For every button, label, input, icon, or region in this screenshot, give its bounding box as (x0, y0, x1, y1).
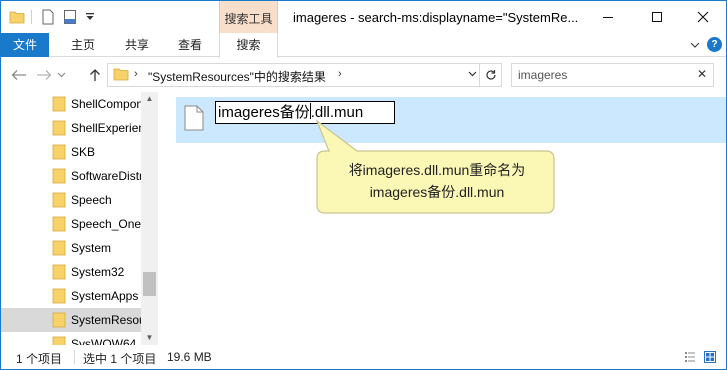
nav-item[interactable]: Speech (1, 188, 141, 212)
tab-view[interactable]: 查看 (164, 33, 216, 57)
breadcrumb-path[interactable]: "SystemResources"中的搜索结果 (148, 68, 326, 85)
expand-ribbon-icon[interactable] (688, 38, 702, 52)
context-tab-label: 搜索工具 (224, 12, 273, 26)
back-arrow-icon[interactable] (9, 67, 29, 83)
close-icon (697, 11, 709, 23)
address-bar[interactable]: › "SystemResources"中的搜索结果 › (107, 63, 502, 87)
nav-item[interactable]: SystemApps (1, 284, 141, 308)
rename-text-after-caret: .dll.mun (310, 104, 364, 121)
explorer-window: 搜索工具 imageres - search-ms:displayname="S… (0, 0, 727, 370)
nav-item-label: ShellExperiences (71, 121, 141, 135)
item-count: 1 个项目 (16, 352, 63, 366)
nav-item-label: SystemApps (71, 289, 139, 303)
nav-item-selected[interactable]: SystemResources (1, 308, 141, 332)
nav-item-label: Speech (71, 193, 112, 207)
context-tab-header: 搜索工具 (219, 1, 278, 33)
title-bar: 搜索工具 imageres - search-ms:displayname="S… (1, 1, 726, 33)
nav-item[interactable]: SKB (1, 140, 141, 164)
refresh-icon (485, 70, 496, 80)
properties-icon[interactable] (63, 9, 77, 25)
nav-item[interactable]: System (1, 236, 141, 260)
breadcrumb-chevron-icon[interactable]: › (338, 68, 342, 80)
selected-size: 19.6 MB (167, 350, 212, 364)
up-arrow-icon[interactable] (85, 67, 105, 83)
refresh-button[interactable] (479, 64, 501, 86)
nav-item-label: SystemResources (71, 313, 141, 327)
folder-icon (52, 120, 66, 139)
nav-item-label: System (71, 241, 112, 255)
tab-home[interactable]: 主页 (57, 33, 109, 57)
help-button[interactable]: ? (707, 37, 722, 52)
nav-item-label: Speech_OneCore (71, 217, 141, 231)
scrollbar-thumb[interactable] (143, 272, 156, 296)
forward-arrow-icon[interactable] (34, 67, 54, 83)
nav-item[interactable]: ShellComponents (1, 92, 141, 116)
callout-line-1: 将imageres.dll.mun重命名为 (348, 162, 526, 178)
tab-share[interactable]: 共享 (111, 33, 163, 57)
nav-item[interactable]: ShellExperiences (1, 116, 141, 140)
nav-item-label: SoftwareDistribution (71, 169, 141, 183)
recent-locations-chevron-icon[interactable] (55, 67, 67, 83)
nav-item-label: SysWOW64 (71, 337, 137, 345)
folder-icon (52, 168, 66, 187)
breadcrumb-chevron-icon[interactable]: › (134, 68, 138, 80)
file-list: imageres备份.dll.mun (158, 92, 726, 345)
scroll-down-icon[interactable]: ▼ (141, 331, 158, 345)
scroll-up-icon[interactable]: ▲ (141, 92, 158, 106)
selected-count: 选中 1 个项目 (83, 352, 157, 366)
folder-icon (113, 67, 129, 85)
nav-item-label: System32 (71, 265, 125, 279)
navigation-pane: ShellComponents ShellExperiences SKB Sof… (1, 92, 158, 345)
folder-icon (52, 288, 66, 307)
nav-item-label: SKB (71, 145, 96, 159)
file-icon (184, 105, 204, 134)
search-input[interactable] (518, 67, 688, 83)
rename-field[interactable]: imageres备份.dll.mun (215, 101, 395, 124)
tab-file[interactable]: 文件 (1, 33, 49, 57)
ribbon-tabs: 文件 主页 共享 查看 搜索 ? (1, 33, 726, 58)
minimize-icon (603, 17, 613, 18)
nav-item[interactable]: SoftwareDistribution (1, 164, 141, 188)
nav-item-label: ShellComponents (71, 97, 141, 111)
rename-text-before-caret: imageres备份 (218, 104, 310, 121)
close-button[interactable] (680, 1, 726, 33)
status-bar: 1 个项目 选中 1 个项目 19.6 MB (1, 345, 726, 369)
new-document-icon[interactable] (41, 9, 55, 25)
nav-item[interactable]: SysWOW64 (1, 332, 141, 345)
folder-icon (52, 96, 66, 115)
nav-scrollbar[interactable]: ▲ ▼ (141, 92, 158, 345)
tab-search[interactable]: 搜索 (219, 33, 278, 58)
status-separator (74, 350, 75, 364)
clear-search-icon[interactable]: ✕ (697, 67, 707, 81)
folder-icon (52, 216, 66, 235)
callout-text: 将imageres.dll.mun重命名为 imageres备份.dll.mun (319, 159, 555, 203)
folder-icon (52, 264, 66, 283)
toolbar-separator (31, 10, 32, 24)
minimize-button[interactable] (585, 1, 631, 33)
folder-icon (52, 192, 66, 211)
large-icons-view-icon[interactable] (704, 351, 716, 363)
navigation-bar: › "SystemResources"中的搜索结果 › ✕ (1, 58, 726, 92)
search-box[interactable]: ✕ (511, 63, 714, 87)
nav-item[interactable]: System32 (1, 260, 141, 284)
details-view-icon[interactable] (684, 351, 696, 363)
folder-icon (52, 240, 66, 259)
address-dropdown-icon[interactable] (468, 69, 477, 79)
nav-item[interactable]: Speech_OneCore (1, 212, 141, 236)
maximize-button[interactable] (634, 1, 680, 33)
folder-icon (52, 312, 66, 331)
folder-icon (52, 144, 66, 163)
folder-icon (52, 336, 66, 345)
callout-line-2: imageres备份.dll.mun (369, 184, 505, 200)
customize-dropdown-icon[interactable] (85, 9, 95, 25)
maximize-icon (652, 12, 662, 22)
folder-icon[interactable] (9, 9, 25, 25)
window-title: imageres - search-ms:displayname="System… (293, 10, 579, 25)
